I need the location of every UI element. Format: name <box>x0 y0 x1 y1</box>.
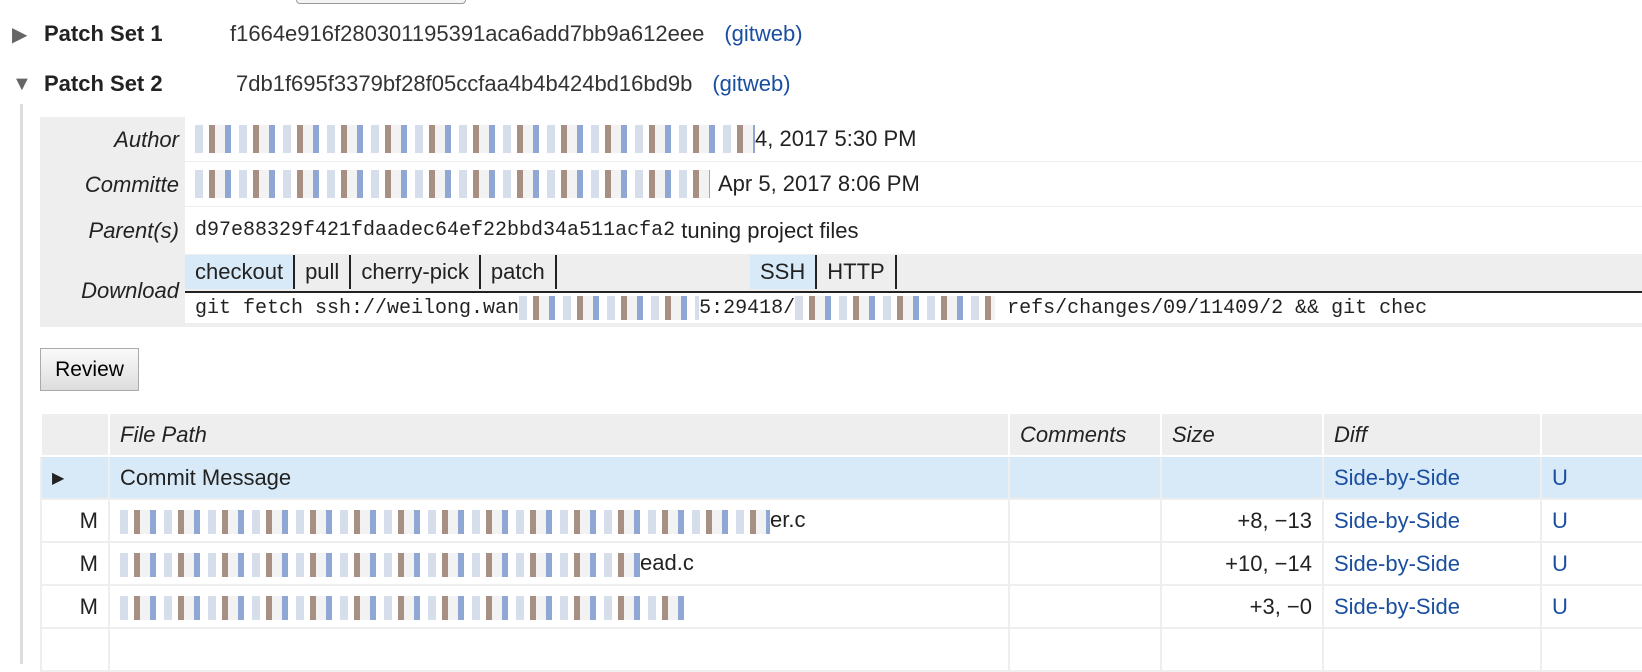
table-row[interactable]: M ead.c +10, −14 Side-by-Side U <box>40 541 1642 586</box>
parent-hash[interactable]: d97e88329f421fdaadec64ef22bbd34a511acfa2 <box>195 219 675 242</box>
divider <box>20 104 23 664</box>
commit-info: Author 4, 2017 5:30 PM Committe Apr 5, 2… <box>40 117 1642 327</box>
unified-link[interactable]: U <box>1552 594 1568 619</box>
file-status: M <box>40 498 110 543</box>
expand-triangle-icon[interactable]: ▶ <box>12 22 34 47</box>
download-command[interactable]: git fetch ssh://weilong.wan 5:29418/refs/… <box>185 291 1642 323</box>
patch-set-2[interactable]: ▼ Patch Set 2 7db1f695f3379bf28f05ccfaa4… <box>12 67 791 101</box>
committer-label: Committe <box>84 171 179 197</box>
file-path[interactable]: er.c <box>108 498 1010 543</box>
tab-http[interactable]: HTTP <box>817 255 897 289</box>
top-button[interactable] <box>296 0 466 4</box>
header-size: Size <box>1160 412 1324 457</box>
row-pointer-icon: ▶ <box>40 455 110 500</box>
file-table: File Path Comments Size Diff ▶ Commit Me… <box>40 412 1642 672</box>
gitweb-link[interactable]: (gitweb) <box>712 71 790 97</box>
tab-ssh[interactable]: SSH <box>750 255 818 289</box>
unified-link[interactable]: U <box>1552 508 1568 533</box>
redacted <box>195 170 710 198</box>
review-button[interactable]: Review <box>40 348 139 391</box>
download-label: Download <box>81 278 179 303</box>
redacted <box>195 125 755 153</box>
patch-set-1[interactable]: ▶ Patch Set 1 f1664e916f280301195391aca6… <box>12 17 803 51</box>
redacted <box>120 552 640 577</box>
tab-checkout[interactable]: checkout <box>185 255 296 289</box>
author-value: 4, 2017 5:30 PM <box>755 126 917 151</box>
side-by-side-link[interactable]: Side-by-Side <box>1334 465 1460 490</box>
tab-patch[interactable]: patch <box>481 255 557 289</box>
parent-label: Parent(s) <box>88 218 179 243</box>
table-row[interactable]: M +3, −0 Side-by-Side U <box>40 584 1642 629</box>
tab-cherry-pick[interactable]: cherry-pick <box>351 255 481 289</box>
file-path[interactable]: Commit Message <box>108 455 1010 500</box>
side-by-side-link[interactable]: Side-by-Side <box>1334 508 1460 533</box>
committer-value: Apr 5, 2017 8:06 PM <box>718 171 920 196</box>
side-by-side-link[interactable]: Side-by-Side <box>1334 551 1460 576</box>
unified-link[interactable]: U <box>1552 551 1568 576</box>
redacted <box>120 595 685 620</box>
unified-link[interactable]: U <box>1552 465 1568 490</box>
parent-subject: tuning project files <box>681 217 859 243</box>
redacted <box>795 296 996 320</box>
file-path[interactable]: ead.c <box>108 541 1010 586</box>
tab-pull[interactable]: pull <box>295 255 352 289</box>
file-status: M <box>40 541 110 586</box>
table-row[interactable]: ▶ Commit Message Side-by-Side U <box>40 455 1642 500</box>
header-comments: Comments <box>1008 412 1162 457</box>
table-row[interactable] <box>40 627 1642 672</box>
redacted <box>120 509 770 534</box>
author-label: Author <box>114 126 179 152</box>
header-diff: Diff <box>1322 412 1542 457</box>
file-path[interactable] <box>108 584 1010 629</box>
side-by-side-link[interactable]: Side-by-Side <box>1334 594 1460 619</box>
file-status: M <box>40 584 110 629</box>
header-file-path: File Path <box>108 412 1010 457</box>
table-row[interactable]: M er.c +8, −13 Side-by-Side U <box>40 498 1642 543</box>
redacted <box>519 296 700 320</box>
collapse-triangle-icon[interactable]: ▼ <box>12 73 34 96</box>
gitweb-link[interactable]: (gitweb) <box>724 21 802 47</box>
